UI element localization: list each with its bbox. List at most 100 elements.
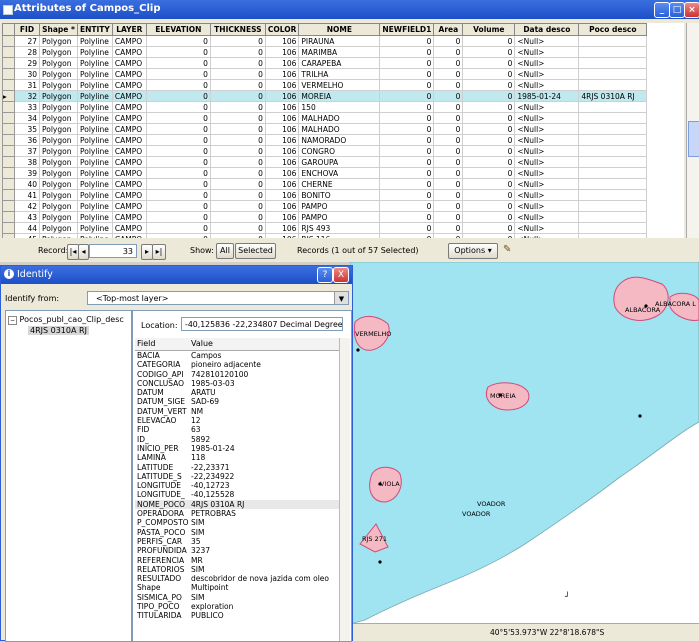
field-row[interactable]: LONGITUDE_ -40,125528 <box>135 490 339 499</box>
table-cell[interactable]: 0 <box>433 222 464 234</box>
table-cell[interactable]: 0 <box>209 57 266 69</box>
column-header[interactable]: ELEVATION <box>145 23 211 36</box>
table-cell[interactable]: 29 <box>14 57 40 69</box>
table-cell[interactable] <box>578 68 648 80</box>
table-cell[interactable]: VERMELHO <box>298 79 381 91</box>
table-cell[interactable]: 106 <box>264 189 300 201</box>
table-cell[interactable]: <Null> <box>514 167 580 179</box>
table-cell[interactable]: 106 <box>264 101 300 113</box>
row-selector[interactable] <box>2 101 15 113</box>
table-cell[interactable]: Polygon <box>39 134 78 146</box>
attribute-grid[interactable]: FID Shape * ENTITY LAYER ELEVATION THICKNESS C… <box>2 23 684 238</box>
table-cell[interactable]: CAMPO <box>111 156 147 168</box>
column-header[interactable]: Area <box>433 23 464 36</box>
table-cell[interactable]: 0 <box>209 68 266 80</box>
table-cell[interactable]: <Null> <box>514 35 580 47</box>
table-row[interactable]: 41 Polygon Polyline CAMPO 0 0 106 BONITO 0 0 0 <Nul… <box>2 189 648 201</box>
table-cell[interactable]: 0 <box>209 200 266 212</box>
previous-record-button[interactable]: ◂ <box>78 244 89 260</box>
table-cell[interactable]: CAMPO <box>111 189 147 201</box>
table-cell[interactable]: <Null> <box>514 222 580 234</box>
table-cell[interactable]: 0 <box>433 189 464 201</box>
table-cell[interactable]: 0 <box>379 90 435 102</box>
close-button[interactable]: X <box>333 267 349 283</box>
table-cell[interactable]: Polyline <box>77 178 113 190</box>
field-row[interactable]: TIPO_POCO exploration <box>135 602 339 611</box>
table-cell[interactable]: Polyline <box>77 211 113 223</box>
table-cell[interactable]: PAMPO <box>298 200 381 212</box>
field-value-list[interactable]: Field Value BACIA Campos CATEGORIA pioneiro… <box>135 338 339 641</box>
table-cell[interactable]: 0 <box>433 200 464 212</box>
row-selector[interactable] <box>2 35 15 47</box>
minimize-button[interactable]: _ <box>654 2 670 18</box>
field-row[interactable]: DATUM_VERT NM <box>135 407 339 416</box>
table-cell[interactable]: 1985-01-24 <box>514 90 580 102</box>
tree-feature-item[interactable]: 4RJS 0310A RJ <box>28 326 89 335</box>
table-cell[interactable]: 0 <box>462 46 516 58</box>
table-cell[interactable] <box>578 79 648 91</box>
table-cell[interactable]: 0 <box>433 46 464 58</box>
table-cell[interactable]: 0 <box>209 178 266 190</box>
table-cell[interactable]: 0 <box>462 90 516 102</box>
field-row[interactable]: LATITUDE -22,23371 <box>135 463 339 472</box>
attributes-title-bar[interactable]: Attributes of Campos_Clip _ □ × <box>0 0 699 19</box>
table-cell[interactable]: 106 <box>264 156 300 168</box>
table-cell[interactable]: Polyline <box>77 101 113 113</box>
row-selector[interactable] <box>2 167 15 179</box>
table-cell[interactable] <box>578 112 648 124</box>
table-cell[interactable]: <Null> <box>514 200 580 212</box>
table-cell[interactable]: 0 <box>145 156 211 168</box>
field-row[interactable]: REFERENCIA MR <box>135 556 339 565</box>
table-cell[interactable]: 0 <box>433 233 464 238</box>
table-cell[interactable]: 106 <box>264 46 300 58</box>
field-row[interactable]: CONCLUSAO 1985-03-03 <box>135 379 339 388</box>
table-cell[interactable]: <Null> <box>514 211 580 223</box>
table-cell[interactable] <box>578 189 648 201</box>
table-cell[interactable]: Polyline <box>77 79 113 91</box>
table-cell[interactable]: Polyline <box>77 68 113 80</box>
table-cell[interactable]: <Null> <box>514 46 580 58</box>
table-cell[interactable]: 0 <box>379 211 435 223</box>
row-selector[interactable] <box>2 189 15 201</box>
row-selector[interactable] <box>2 123 15 135</box>
table-cell[interactable] <box>578 222 648 234</box>
table-cell[interactable]: <Null> <box>514 156 580 168</box>
row-selector[interactable] <box>2 134 15 146</box>
table-cell[interactable]: Polyline <box>77 90 113 102</box>
map-view[interactable]: ALBACORA ALBACORA L VERMELHO MOREIA VIOL… <box>350 262 699 641</box>
table-cell[interactable] <box>578 211 648 223</box>
field-row[interactable]: PERFIS_CAR 35 <box>135 537 339 546</box>
table-row[interactable]: 43 Polygon Polyline CAMPO 0 0 106 PAMPO 0 0 0 <Null… <box>2 211 648 223</box>
table-cell[interactable]: 39 <box>14 167 40 179</box>
table-cell[interactable]: Polyline <box>77 35 113 47</box>
table-cell[interactable]: 106 <box>264 79 300 91</box>
options-button[interactable]: Options ▾ <box>448 243 498 259</box>
table-row[interactable]: 38 Polygon Polyline CAMPO 0 0 106 GAROUPA 0 0 0 <Nu… <box>2 156 648 168</box>
tree-layer-node[interactable]: − Pocos_publ_cao_Clip_desc <box>8 315 124 325</box>
table-cell[interactable]: Polyline <box>77 233 113 238</box>
table-cell[interactable]: 0 <box>462 200 516 212</box>
table-cell[interactable]: CAMPO <box>111 101 147 113</box>
table-cell[interactable]: 0 <box>145 200 211 212</box>
field-row[interactable]: CODIGO_API 742810120100 <box>135 370 339 379</box>
field-row[interactable]: NOME_POCO 4RJS 0310A RJ <box>135 499 339 510</box>
table-cell[interactable]: CONGRO <box>298 145 381 157</box>
table-cell[interactable]: <Null> <box>514 145 580 157</box>
table-cell[interactable]: CAMPO <box>111 145 147 157</box>
row-selector[interactable] <box>2 46 15 58</box>
table-cell[interactable] <box>578 145 648 157</box>
table-cell[interactable]: 0 <box>433 167 464 179</box>
table-cell[interactable]: Polygon <box>39 90 78 102</box>
table-cell[interactable]: RJS 493 <box>298 222 381 234</box>
table-cell[interactable]: Polygon <box>39 233 78 238</box>
table-cell[interactable]: 0 <box>433 101 464 113</box>
row-selector[interactable] <box>2 156 15 168</box>
field-row[interactable]: SISMICA_PO SIM <box>135 593 339 602</box>
show-all-button[interactable]: All <box>216 243 234 259</box>
table-cell[interactable]: 30 <box>14 68 40 80</box>
field-row[interactable]: DATUM_SIGE SAD-69 <box>135 397 339 406</box>
table-cell[interactable]: 0 <box>379 178 435 190</box>
table-cell[interactable]: <Null> <box>514 68 580 80</box>
table-cell[interactable]: Polygon <box>39 167 78 179</box>
table-cell[interactable]: 0 <box>209 101 266 113</box>
